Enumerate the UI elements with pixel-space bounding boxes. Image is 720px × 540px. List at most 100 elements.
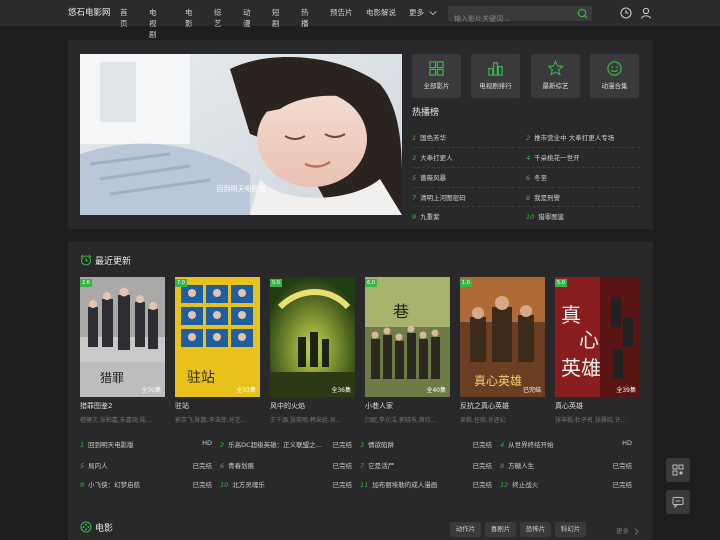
update-list-item[interactable]: 12 终止战火	[500, 479, 538, 489]
nav-hot[interactable]: 热播	[301, 7, 309, 29]
movie-poster[interactable]: 真 心 英雄 5.0 全39集	[555, 277, 640, 397]
floating-qrcode-button[interactable]	[666, 458, 690, 482]
movie-poster[interactable]: 巷 6.0 全40集	[365, 277, 450, 397]
score-badge: 1.0	[460, 279, 472, 287]
update-status: 已完结	[612, 481, 633, 489]
card-title[interactable]: 反抗之真心英雄	[460, 401, 509, 411]
search-input[interactable]	[448, 11, 568, 27]
quick-label: 全部影片	[423, 82, 450, 90]
hot-item[interactable]: 1 国色芳华	[412, 132, 446, 142]
card-title[interactable]: 真心英雄	[555, 401, 583, 411]
nav-home[interactable]: 首页	[120, 7, 128, 29]
poster-image: 巷	[365, 277, 450, 397]
history-clock-icon[interactable]	[620, 7, 632, 19]
nav-commentary[interactable]: 电影解说	[366, 7, 396, 18]
recent-section-title: 最近更新	[95, 257, 132, 267]
card-cast: 吴毅,任帅,许还幻	[460, 417, 506, 424]
score-badge: 5.0	[270, 279, 282, 287]
quick-tv-ranking-button[interactable]: 电视剧排行	[471, 54, 520, 98]
update-list-item[interactable]: 7 它是活尸	[360, 460, 394, 470]
card-cast: 张丰毅,杜子名,张晨晓,许...	[555, 417, 627, 424]
episode-count: 已完结	[522, 387, 541, 394]
hot-item[interactable]: 3 大奉打更人	[412, 152, 453, 162]
nav-tv[interactable]: 电视剧	[149, 7, 157, 40]
hot-item[interactable]: 7 清明上河图密码	[412, 192, 466, 202]
tag-scifi[interactable]: 科幻片	[555, 522, 586, 537]
floating-message-button[interactable]	[666, 490, 690, 514]
update-list-item[interactable]: 9 小飞侠：幻梦启航	[80, 479, 140, 489]
update-status: 已完结	[612, 462, 633, 470]
quick-latest-variety-button[interactable]: 最新综艺	[531, 54, 580, 98]
hot-item[interactable]: 9 九重紫	[412, 211, 440, 221]
update-list-item[interactable]: 10 北方灵魂乐	[220, 479, 265, 489]
card-cast: 闫妮,李光洁,郭晓东,蒋欣...	[365, 417, 437, 424]
tag-comedy[interactable]: 喜剧片	[485, 522, 516, 537]
tag-horror[interactable]: 恐怖片	[520, 522, 551, 537]
quick-label: 电视剧排行	[479, 82, 512, 90]
update-list-item[interactable]: 5 局内人	[80, 460, 108, 470]
card-title[interactable]: 风中的火焰	[270, 401, 305, 411]
hot-item[interactable]: 4 千朵桃花一世开	[526, 152, 580, 162]
chevron-right-icon	[634, 527, 639, 535]
card-title[interactable]: 猎罪图鉴2	[80, 401, 112, 411]
hot-item[interactable]: 2 推市营业中 大奉打更人专场	[526, 132, 614, 142]
card-title[interactable]: 驻站	[175, 401, 189, 411]
divider	[412, 167, 640, 168]
update-list-item[interactable]: 11 加布丽埃勒的成人漫画	[360, 479, 437, 489]
update-status: 已完结	[192, 462, 213, 470]
star-icon	[547, 60, 564, 76]
banner-caption: 回到明天电影版	[216, 185, 266, 193]
update-list-item[interactable]: 3 情欲陷阱	[360, 439, 394, 449]
episode-count: 全36集	[331, 387, 351, 394]
hot-item[interactable]: 5 蔷薇风暴	[412, 172, 446, 182]
movie-poster[interactable]: 驻站 7.0 全33集	[175, 277, 260, 397]
quick-label: 最新综艺	[542, 82, 569, 90]
site-logo[interactable]: 悠石电影网	[68, 6, 111, 18]
movie-poster[interactable]: 真心英雄 1.0 已完结	[460, 277, 545, 397]
movie-poster[interactable]: 5.0 全36集	[270, 277, 355, 397]
smile-icon	[607, 61, 622, 76]
grid-icon	[429, 61, 444, 76]
card-title[interactable]: 小巷人家	[365, 401, 393, 411]
update-list-item[interactable]: 4 从世界终结开始	[500, 439, 554, 449]
update-status: 已完结	[472, 481, 493, 489]
card-cast: 檀健次,张柏嘉,朱嘉琦,陆...	[80, 417, 152, 424]
episode-count: 全40集	[426, 387, 446, 394]
nav-trailer[interactable]: 预告片	[330, 7, 353, 18]
more-link[interactable]: 更多	[616, 525, 640, 535]
hot-item[interactable]: 6 冬至	[526, 172, 547, 182]
movie-poster[interactable]: 猎罪 2.6 全30集	[80, 277, 165, 397]
tag-action[interactable]: 动作片	[450, 522, 481, 537]
search-icon[interactable]	[577, 8, 588, 19]
nav-movie[interactable]: 电影	[185, 7, 193, 29]
update-list-item[interactable]: 1 回到明天电影版	[80, 439, 134, 449]
quick-all-movies-button[interactable]: 全部影片	[412, 54, 461, 98]
episode-count: 全39集	[616, 387, 636, 394]
card-cast: 郭京飞,陈数,李浩菲,孙艺...	[175, 417, 247, 424]
hot-item[interactable]: 10 猎罪图鉴	[526, 211, 564, 221]
top-navbar: 悠石电影网 首页 电视剧 电影 综艺 动漫 短剧 热播 预告片 电影解说 更多	[0, 0, 720, 39]
update-status: HD	[202, 439, 212, 447]
user-icon[interactable]	[640, 7, 652, 19]
svg-text:真: 真	[561, 303, 581, 327]
quick-anime-collection-button[interactable]: 动漫合集	[590, 54, 639, 98]
divider	[412, 206, 640, 207]
nav-shortdrama[interactable]: 短剧	[272, 7, 280, 29]
hot-item[interactable]: 8 我是刑警	[526, 192, 560, 202]
svg-text:真心英雄: 真心英雄	[474, 373, 522, 388]
chevron-down-icon	[429, 11, 437, 16]
update-list-item[interactable]: 6 青春划痕	[220, 460, 254, 470]
update-list-item[interactable]: 8 方糖人生	[500, 460, 534, 470]
svg-text:英雄: 英雄	[561, 356, 601, 380]
nav-anime[interactable]: 动漫	[243, 7, 251, 29]
update-status: 已完结	[332, 481, 353, 489]
message-icon	[672, 497, 684, 508]
search-box	[448, 6, 592, 27]
poster-image: 驻站	[175, 277, 260, 397]
film-reel-icon	[80, 521, 92, 533]
nav-more[interactable]: 更多	[409, 7, 437, 18]
nav-variety[interactable]: 综艺	[214, 7, 222, 29]
alarm-clock-icon	[80, 254, 92, 266]
hero-banner[interactable]: 回到明天电影版	[80, 54, 402, 215]
update-list-item[interactable]: 2 乐高DC超级英雄：正义联盟之...	[220, 439, 322, 449]
